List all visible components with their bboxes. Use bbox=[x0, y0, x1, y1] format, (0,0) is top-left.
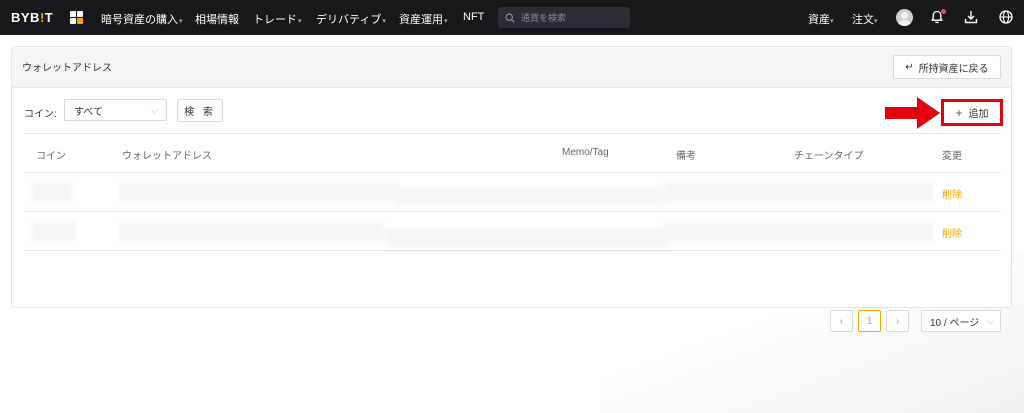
download-icon[interactable] bbox=[963, 9, 979, 25]
redacted-memo bbox=[394, 187, 664, 206]
redacted-chain bbox=[664, 222, 934, 241]
column-wallet-address: ウォレットアドレス bbox=[122, 151, 212, 162]
nav-earn[interactable]: 資産運用▾ bbox=[399, 11, 448, 27]
caret-down-icon: ▾ bbox=[874, 18, 878, 25]
redacted-address bbox=[119, 222, 384, 241]
coin-filter-label: コイン: bbox=[24, 109, 57, 120]
redacted-memo bbox=[384, 228, 669, 247]
apps-grid-icon[interactable] bbox=[70, 11, 83, 24]
search-icon bbox=[505, 12, 515, 23]
nav-markets[interactable]: 相場情報 bbox=[195, 11, 239, 27]
column-memo-tag: Memo/Tag bbox=[562, 147, 609, 158]
chevron-down-icon: ⌵ bbox=[987, 316, 994, 326]
page-1-button[interactable]: 1 bbox=[858, 310, 881, 332]
page-size-select[interactable]: 10 / ページ ⌵ bbox=[921, 310, 1001, 332]
nav-buy-crypto[interactable]: 暗号資産の購入▾ bbox=[101, 11, 183, 27]
red-arrow-annotation bbox=[885, 97, 940, 129]
coin-select[interactable]: すべて ⌵ bbox=[64, 99, 167, 121]
nav-assets[interactable]: 資産▾ bbox=[808, 11, 834, 27]
caret-down-icon: ▾ bbox=[179, 18, 183, 25]
redacted-chain bbox=[664, 183, 934, 202]
caret-down-icon: ▾ bbox=[830, 18, 834, 25]
search-button[interactable]: 検 索 bbox=[177, 99, 223, 122]
wallet-address-card: ウォレットアドレス ↵ 所持資産に戻る コイン: すべて ⌵ 検 索 + 追加 … bbox=[11, 46, 1012, 332]
bybit-logo[interactable]: BYB!T bbox=[11, 10, 53, 25]
table-row: 削除 bbox=[24, 173, 1001, 212]
globe-icon[interactable] bbox=[998, 9, 1014, 25]
page-title: ウォレットアドレス bbox=[22, 63, 112, 74]
redacted-address bbox=[119, 183, 399, 202]
prev-page-button[interactable]: ‹ bbox=[830, 310, 853, 332]
chevron-down-icon: ⌵ bbox=[151, 105, 158, 115]
caret-down-icon: ▾ bbox=[382, 18, 386, 25]
plus-icon: + bbox=[955, 105, 963, 120]
table-header: コイン ウォレットアドレス Memo/Tag 備考 チェーンタイプ 変更 bbox=[24, 133, 1001, 173]
card-header: ウォレットアドレス ↵ 所持資産に戻る bbox=[12, 47, 1011, 88]
nav-derivatives[interactable]: デリバティブ▾ bbox=[316, 11, 386, 27]
search-input[interactable] bbox=[521, 12, 621, 23]
address-table: コイン ウォレットアドレス Memo/Tag 備考 チェーンタイプ 変更 削除 … bbox=[24, 133, 1001, 251]
delete-link[interactable]: 削除 bbox=[942, 186, 962, 201]
top-nav: BYB!T 暗号資産の購入▾ 相場情報 トレード▾ デリバティブ▾ 資産運用▾ … bbox=[0, 0, 1024, 35]
avatar[interactable] bbox=[896, 9, 913, 26]
table-row: 削除 bbox=[24, 212, 1001, 251]
nav-nft[interactable]: NFT bbox=[463, 11, 484, 23]
caret-down-icon: ▾ bbox=[298, 18, 302, 25]
add-address-button[interactable]: + 追加 bbox=[941, 99, 1003, 126]
coin-search-box[interactable] bbox=[498, 7, 630, 28]
nav-trade[interactable]: トレード▾ bbox=[253, 11, 302, 27]
delete-link[interactable]: 削除 bbox=[942, 225, 962, 240]
return-arrow-icon: ↵ bbox=[905, 61, 914, 73]
redacted-coin bbox=[32, 183, 72, 202]
nav-orders[interactable]: 注文▾ bbox=[852, 11, 878, 27]
caret-down-icon: ▾ bbox=[444, 18, 448, 25]
column-chain-type: チェーンタイプ bbox=[794, 151, 864, 162]
column-note: 備考 bbox=[676, 151, 696, 162]
next-page-button[interactable]: › bbox=[886, 310, 909, 332]
column-coin: コイン bbox=[36, 151, 66, 162]
column-edit: 変更 bbox=[942, 151, 962, 162]
back-to-assets-button[interactable]: ↵ 所持資産に戻る bbox=[893, 55, 1001, 79]
notification-dot bbox=[941, 9, 946, 14]
redacted-coin bbox=[32, 222, 76, 241]
